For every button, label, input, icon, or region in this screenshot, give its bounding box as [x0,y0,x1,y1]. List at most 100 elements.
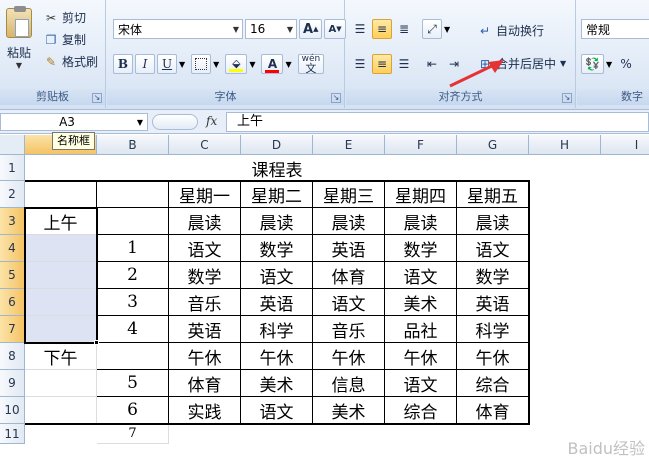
chevron-down-icon[interactable]: ▼ [444,25,450,34]
class-cell[interactable]: 音乐 [169,289,241,316]
class-cell[interactable]: 语文 [313,289,385,316]
column-header-c[interactable]: C [169,135,241,155]
column-header-h[interactable]: H [529,135,601,155]
row-header-10[interactable]: 10 [0,397,25,424]
row-header-3[interactable]: 3 [0,208,25,235]
grow-font-button[interactable]: A ▲ [299,19,323,39]
class-cell[interactable]: 科学 [241,316,313,343]
class-cell[interactable]: 午休 [169,343,241,370]
row-header-7[interactable]: 7 [0,316,25,343]
align-middle-button[interactable]: ≡ [372,19,392,39]
row-header-8[interactable]: 8 [0,343,25,370]
bold-button[interactable]: B [113,54,133,74]
class-cell[interactable]: 体育 [457,397,529,424]
class-cell[interactable]: 语文 [385,370,457,397]
currency-format-button[interactable]: 💱 [581,54,604,74]
align-top-button[interactable]: ☰ [350,19,370,39]
chevron-down-icon[interactable]: ▼ [285,60,291,69]
column-header-g[interactable]: G [457,135,529,155]
class-cell[interactable]: 综合 [457,370,529,397]
cell-b3[interactable] [97,208,169,235]
period-number[interactable]: 2 [97,262,169,289]
weekday-header[interactable]: 星期三 [313,181,385,208]
dialog-launcher-icon[interactable]: ↘ [331,93,341,103]
class-cell[interactable]: 美术 [385,289,457,316]
italic-button[interactable]: I [135,54,155,74]
period-number[interactable]: 3 [97,289,169,316]
number-format-select[interactable]: 常规 [581,19,649,39]
row-header-11[interactable]: 11 [0,424,25,444]
percent-button[interactable]: % [616,54,636,74]
class-cell[interactable]: 晨读 [385,208,457,235]
cell-a9[interactable] [25,370,97,397]
period-number[interactable]: 6 [97,397,169,424]
class-cell[interactable]: 科学 [457,316,529,343]
row-header-2[interactable]: 2 [0,181,25,208]
cell-a7[interactable] [25,316,97,343]
align-center-button[interactable]: ≡ [372,54,392,74]
period-number[interactable]: 5 [97,370,169,397]
class-cell[interactable]: 语文 [457,235,529,262]
sheet-title[interactable]: 课程表 [169,155,385,181]
chevron-down-icon[interactable]: ▼ [133,118,147,127]
shrink-font-button[interactable]: A ▼ [324,19,346,39]
formula-input[interactable]: 上午 [226,112,649,132]
dialog-launcher-icon[interactable]: ↘ [92,93,102,103]
wrap-text-button[interactable]: ↵ 自动换行 [478,22,544,39]
row-header-1[interactable]: 1 [0,155,25,181]
class-cell[interactable]: 信息 [313,370,385,397]
align-right-button[interactable]: ☰ [394,54,414,74]
class-cell[interactable]: 英语 [313,235,385,262]
borders-button[interactable] [191,54,212,74]
phonetic-button[interactable]: wén 文 [297,54,325,74]
chevron-down-icon[interactable]: ▼ [249,60,255,69]
column-header-b[interactable]: B [97,135,169,155]
cell-a4[interactable] [25,235,97,262]
weekday-header[interactable]: 星期二 [241,181,313,208]
spreadsheet-grid[interactable]: A B C D E F G H I 1 2 3 4 5 6 7 8 9 10 1… [0,135,649,465]
column-header-i[interactable]: I [601,135,649,155]
class-cell[interactable]: 晨读 [313,208,385,235]
cell-b8[interactable] [97,343,169,370]
class-cell[interactable]: 午休 [385,343,457,370]
dialog-launcher-icon[interactable]: ↘ [562,93,572,103]
class-cell[interactable]: 晨读 [457,208,529,235]
chevron-down-icon[interactable]: ▼ [560,59,566,68]
class-cell[interactable]: 体育 [169,370,241,397]
align-bottom-button[interactable]: ≣ [394,19,414,39]
class-cell[interactable]: 语文 [241,262,313,289]
cell-a10[interactable] [25,397,97,424]
formula-bar-splitter[interactable] [152,114,198,130]
class-cell[interactable]: 语文 [169,235,241,262]
class-cell[interactable]: 英语 [457,289,529,316]
column-header-d[interactable]: D [241,135,313,155]
weekday-header[interactable]: 星期一 [169,181,241,208]
row-header-9[interactable]: 9 [0,370,25,397]
cell-a5[interactable] [25,262,97,289]
period-number[interactable]: 1 [97,235,169,262]
class-cell[interactable]: 综合 [385,397,457,424]
column-header-f[interactable]: F [385,135,457,155]
period-number[interactable]: 7 [97,424,169,444]
class-cell[interactable]: 数学 [169,262,241,289]
class-cell[interactable]: 语文 [385,262,457,289]
period-number[interactable]: 4 [97,316,169,343]
orientation-button[interactable]: ⤢ [422,19,442,39]
font-name-select[interactable]: 宋体 ▼ [113,19,243,39]
font-size-select[interactable]: 16 ▼ [245,19,297,39]
cell-b2[interactable] [97,181,169,208]
weekday-header[interactable]: 星期五 [457,181,529,208]
merge-center-button[interactable]: ⊞ 合并后居中 ▼ [478,55,566,72]
row-header-4[interactable]: 4 [0,235,25,262]
class-cell[interactable]: 语文 [241,397,313,424]
class-cell[interactable]: 美术 [241,370,313,397]
class-cell[interactable]: 实践 [169,397,241,424]
cell-a2[interactable] [25,181,97,208]
row-header-6[interactable]: 6 [0,289,25,316]
cut-button[interactable]: ✂ 剪切 [44,9,86,26]
column-header-e[interactable]: E [313,135,385,155]
copy-button[interactable]: ❐ 复制 [44,31,86,48]
chevron-down-icon[interactable]: ▼ [606,60,612,69]
name-box[interactable]: A3 ▼ [0,113,148,131]
class-cell[interactable]: 英语 [169,316,241,343]
